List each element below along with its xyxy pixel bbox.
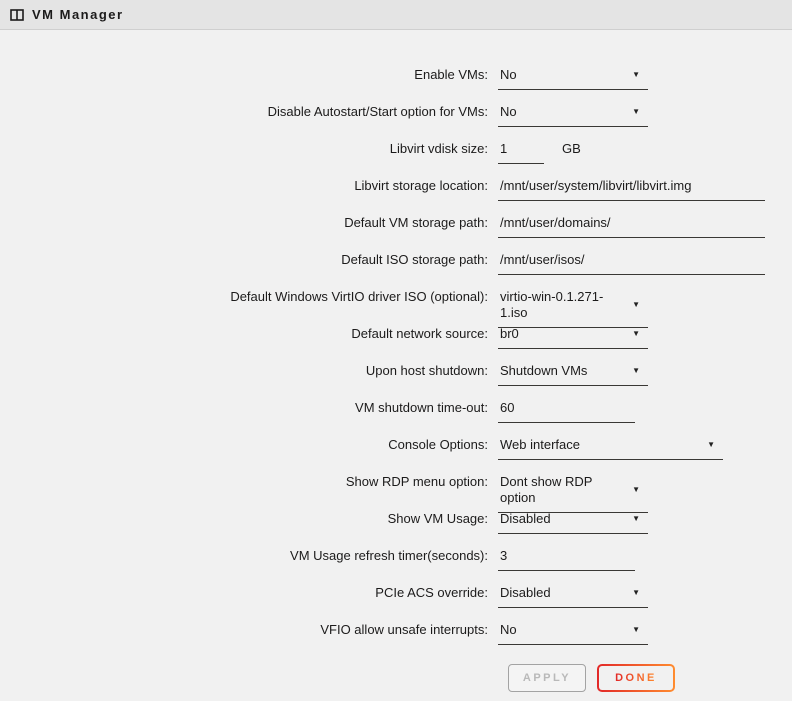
pcie-acs-override-label: PCIe ACS override: [0,575,498,601]
dropdown-caret-icon: ▼ [632,104,640,120]
form-row: VFIO allow unsafe interrupts:No ▼ [0,612,792,649]
shutdown-timeout-input[interactable] [498,390,635,423]
form-row: Disable Autostart/Start option for VMs:N… [0,94,792,131]
libvirt-vdisk-size-suffix-label: GB [562,131,581,157]
libvirt-storage-input[interactable] [498,168,765,201]
apply-button[interactable]: APPLY [508,664,586,692]
disable-autostart-select[interactable]: No ▼ [498,94,648,127]
form-row: Default Windows VirtIO driver ISO (optio… [0,279,792,316]
shutdown-timeout-label: VM shutdown time-out: [0,390,498,416]
enable-vms-label: Enable VMs: [0,57,498,83]
console-options-selected-value: Web interface [500,437,580,453]
network-source-selected-value: br0 [500,326,519,342]
vm-manager-form: Enable VMs:No▼Disable Autostart/Start op… [0,30,792,692]
disable-autostart-selected-value: No [500,104,517,120]
disable-autostart-label: Disable Autostart/Start option for VMs: [0,94,498,120]
form-row: Default VM storage path: [0,205,792,242]
network-source-select[interactable]: br0 ▼ [498,316,648,349]
form-row: Default ISO storage path: [0,242,792,279]
virtio-driver-iso-label: Default Windows VirtIO driver ISO (optio… [0,279,498,305]
rdp-menu-option-label: Show RDP menu option: [0,464,498,490]
page-title: VM Manager [32,7,124,22]
iso-storage-path-label: Default ISO storage path: [0,242,498,268]
form-rows: Enable VMs:No▼Disable Autostart/Start op… [0,57,792,649]
vfio-unsafe-interrupts-label: VFIO allow unsafe interrupts: [0,612,498,638]
usage-refresh-timer-label: VM Usage refresh timer(seconds): [0,538,498,564]
vfio-unsafe-interrupts-select[interactable]: No ▼ [498,612,648,645]
dropdown-caret-icon: ▼ [632,585,640,601]
dropdown-caret-icon: ▼ [632,297,640,313]
form-row: PCIe ACS override:Disabled ▼ [0,575,792,612]
libvirt-storage-label: Libvirt storage location: [0,168,498,194]
done-button[interactable]: DONE [597,664,675,692]
pcie-acs-override-selected-value: Disabled [500,585,551,601]
form-row: Console Options:Web interface ▼ [0,427,792,464]
vfio-unsafe-interrupts-selected-value: No [500,622,517,638]
host-shutdown-selected-value: Shutdown VMs [500,363,587,379]
usage-refresh-timer-input[interactable] [498,538,635,571]
form-row: Default network source:br0 ▼ [0,316,792,353]
form-row: VM shutdown time-out: [0,390,792,427]
dropdown-caret-icon: ▼ [632,363,640,379]
dropdown-caret-icon: ▼ [632,511,640,527]
form-row: Upon host shutdown:Shutdown VMs ▼ [0,353,792,390]
console-options-select[interactable]: Web interface ▼ [498,427,723,460]
console-options-label: Console Options: [0,427,498,453]
button-row: APPLY DONE [508,664,792,692]
dropdown-caret-icon: ▼ [632,482,640,498]
vm-storage-path-input[interactable] [498,205,765,238]
dropdown-caret-icon: ▼ [632,622,640,638]
show-vm-usage-selected-value: Disabled [500,511,551,527]
form-row: Show VM Usage:Disabled ▼ [0,501,792,538]
vm-storage-path-label: Default VM storage path: [0,205,498,231]
iso-storage-path-input[interactable] [498,242,765,275]
form-row: VM Usage refresh timer(seconds): [0,538,792,575]
host-shutdown-label: Upon host shutdown: [0,353,498,379]
titlebar: VM Manager [0,0,792,30]
dropdown-caret-icon: ▼ [632,67,640,83]
host-shutdown-select[interactable]: Shutdown VMs ▼ [498,353,648,386]
libvirt-vdisk-size-label: Libvirt vdisk size: [0,131,498,157]
dropdown-caret-icon: ▼ [707,437,715,453]
form-row: Show RDP menu option:Dont show RDP optio… [0,464,792,501]
enable-vms-selected-value: No [500,67,517,83]
enable-vms-select[interactable]: No ▼ [498,57,648,90]
form-row: Libvirt vdisk size: GB [0,131,792,168]
done-button-label: DONE [615,672,657,684]
dropdown-caret-icon: ▼ [632,326,640,342]
columns-icon [10,9,24,21]
show-vm-usage-select[interactable]: Disabled ▼ [498,501,648,534]
pcie-acs-override-select[interactable]: Disabled ▼ [498,575,648,608]
form-row: Enable VMs:No ▼ [0,57,792,94]
libvirt-vdisk-size-input[interactable] [498,131,544,164]
form-row: Libvirt storage location: [0,168,792,205]
show-vm-usage-label: Show VM Usage: [0,501,498,527]
network-source-label: Default network source: [0,316,498,342]
